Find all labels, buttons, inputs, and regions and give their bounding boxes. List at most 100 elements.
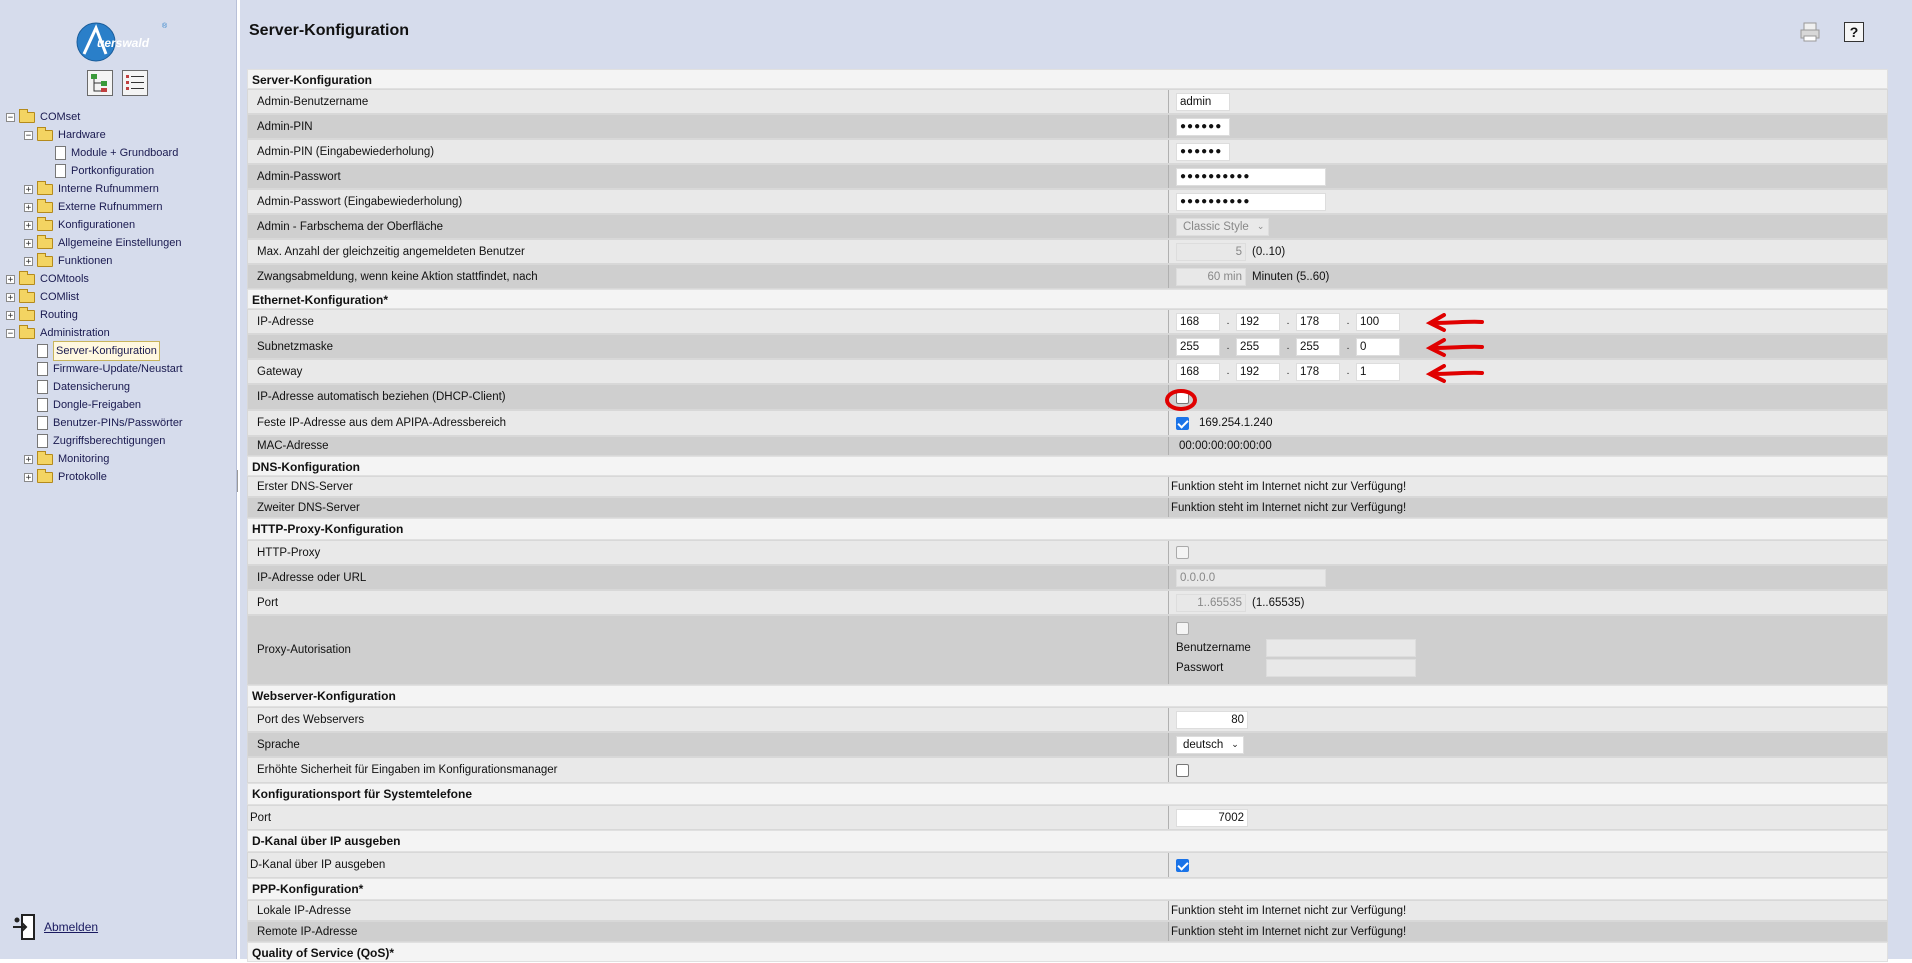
row-max-users: Max. Anzahl der gleichzeitig angemeldete… — [247, 239, 1888, 264]
logout-timeout-input[interactable]: 60 min — [1176, 267, 1246, 286]
expand-icon[interactable]: + — [6, 310, 15, 320]
proxy-user-label: Benutzername — [1176, 642, 1251, 654]
collapse-icon[interactable]: − — [24, 130, 33, 140]
logout-link[interactable]: Abmelden — [44, 920, 98, 934]
expand-icon[interactable]: + — [6, 274, 15, 284]
proxy-url-input[interactable]: 0.0.0.0 — [1176, 568, 1326, 587]
language-select[interactable]: deutsch ⌄ — [1176, 735, 1244, 754]
web-port-input[interactable]: 80 — [1176, 710, 1248, 729]
tree-item[interactable]: + Protokolle — [24, 468, 107, 486]
tree-item[interactable]: − Hardware — [24, 126, 106, 144]
row-subnet-mask: Subnetzmaske 255. 255. 255. 0 — [247, 334, 1888, 359]
proxy-pass-input[interactable] — [1266, 659, 1416, 677]
tree-item[interactable]: + Routing — [6, 306, 78, 324]
logout-door-icon[interactable] — [10, 912, 40, 942]
tree-item[interactable]: + Konfigurationen — [24, 216, 135, 234]
security-checkbox[interactable] — [1176, 763, 1189, 777]
expand-icon[interactable]: + — [24, 472, 33, 482]
subnet-octet-3[interactable]: 255 — [1296, 337, 1340, 356]
subnet-octet-1[interactable]: 255 — [1176, 337, 1220, 356]
tree-item[interactable]: + COMlist — [6, 288, 79, 306]
apipa-checkbox[interactable] — [1176, 416, 1189, 430]
help-icon[interactable]: ? — [1844, 22, 1864, 42]
admin-password-label: Admin-Passwort — [257, 170, 341, 183]
color-scheme-select[interactable]: Classic Style ⌄ — [1176, 217, 1270, 236]
expand-icon[interactable]: + — [24, 202, 33, 212]
proxy-url-label: IP-Adresse oder URL — [257, 571, 367, 584]
tree-item[interactable]: Firmware-Update/Neustart — [24, 360, 183, 378]
tree-item[interactable]: Benutzer-PINs/Passwörter — [24, 414, 183, 432]
dchannel-checkbox[interactable] — [1176, 858, 1189, 872]
tree-item-label: COMtools — [40, 273, 89, 285]
gateway-octet-4[interactable]: 1 — [1356, 362, 1400, 381]
tree-item-label: Interne Rufnummern — [58, 183, 159, 195]
page-icon — [37, 434, 48, 448]
folder-icon — [37, 198, 53, 213]
ip-octet-4[interactable]: 100 — [1356, 312, 1400, 331]
tree-item[interactable]: Datensicherung — [24, 378, 130, 396]
tree-item[interactable]: Server-Konfiguration — [24, 341, 160, 361]
row-dns1: Erster DNS-Server Funktion steht im Inte… — [247, 476, 1888, 497]
sysphone-port-input[interactable]: 7002 — [1176, 808, 1248, 827]
expand-icon[interactable]: + — [24, 184, 33, 194]
subnet-octet-2[interactable]: 255 — [1236, 337, 1280, 356]
row-admin-password: Admin-Passwort ●●●●●●●●●● — [247, 164, 1888, 189]
tree-item[interactable]: Module + Grundboard — [42, 144, 178, 162]
tree-item[interactable]: + Allgemeine Einstellungen — [24, 234, 182, 252]
tree-item-label: Funktionen — [58, 255, 113, 267]
collapse-icon[interactable]: − — [6, 112, 15, 122]
logout-area: Abmelden — [10, 912, 98, 942]
gateway-octet-2[interactable]: 192 — [1236, 362, 1280, 381]
tree-item[interactable]: + Funktionen — [24, 252, 112, 270]
admin-pin-repeat-input[interactable]: ●●●●●● — [1176, 142, 1230, 161]
subnet-mask-label: Subnetzmaske — [257, 340, 334, 353]
gateway-octet-1[interactable]: 168 — [1176, 362, 1220, 381]
page-icon — [55, 146, 66, 160]
tree-item-label: Administration — [40, 327, 110, 339]
expand-icon[interactable]: + — [6, 292, 15, 302]
collapse-icon[interactable]: − — [6, 328, 15, 338]
expand-icon[interactable]: + — [24, 220, 33, 230]
sidebar: uerswald ® − COMset − Hardware Module + Grun… — [0, 0, 237, 959]
tree-item[interactable]: − Administration — [6, 324, 110, 342]
list-view-icon[interactable] — [122, 70, 148, 96]
dns1-label: Erster DNS-Server — [257, 480, 353, 493]
max-users-label: Max. Anzahl der gleichzeitig angemeldete… — [257, 245, 525, 258]
tree-item-label: Routing — [40, 309, 78, 321]
tree-item[interactable]: Zugriffsberechtigungen — [24, 432, 165, 450]
tree-view-icon[interactable] — [87, 70, 113, 96]
ip-octet-3[interactable]: 178 — [1296, 312, 1340, 331]
ip-octet-1[interactable]: 168 — [1176, 312, 1220, 331]
row-ip-address: IP-Adresse 168. 192. 178. 100 — [247, 309, 1888, 334]
http-proxy-checkbox[interactable] — [1176, 546, 1189, 559]
row-proxy-port: Port 1..65535 (1..65535) — [247, 590, 1888, 615]
expand-icon[interactable]: + — [24, 238, 33, 248]
tree-item[interactable]: + COMtools — [6, 270, 89, 288]
admin-password-repeat-input[interactable]: ●●●●●●●●●● — [1176, 192, 1326, 211]
subnet-octet-4[interactable]: 0 — [1356, 337, 1400, 356]
admin-password-input[interactable]: ●●●●●●●●●● — [1176, 167, 1326, 186]
print-icon[interactable] — [1800, 22, 1820, 42]
mac-label: MAC-Adresse — [257, 440, 329, 452]
svg-text:uerswald: uerswald — [97, 36, 150, 50]
max-users-hint: (0..10) — [1252, 245, 1286, 258]
tree-item[interactable]: + Interne Rufnummern — [24, 180, 159, 198]
gateway-label: Gateway — [257, 365, 303, 378]
expand-icon[interactable]: + — [24, 454, 33, 464]
admin-pin-input[interactable]: ●●●●●● — [1176, 117, 1230, 136]
tree-item[interactable]: + Monitoring — [24, 450, 109, 468]
expand-icon[interactable]: + — [24, 256, 33, 266]
ip-dot: . — [1346, 316, 1350, 327]
tree-item[interactable]: Dongle-Freigaben — [24, 396, 141, 414]
proxy-user-input[interactable] — [1266, 639, 1416, 657]
gateway-octet-3[interactable]: 178 — [1296, 362, 1340, 381]
tree-item[interactable]: − COMset — [6, 108, 80, 126]
admin-user-input[interactable]: admin — [1176, 92, 1230, 111]
section-ethernet: Ethernet-Konfiguration* — [247, 289, 1888, 309]
proxy-auth-checkbox[interactable] — [1176, 622, 1189, 635]
max-users-input[interactable]: 5 — [1176, 242, 1246, 261]
proxy-port-input[interactable]: 1..65535 — [1176, 593, 1246, 612]
tree-item[interactable]: + Externe Rufnummern — [24, 198, 163, 216]
tree-item[interactable]: Portkonfiguration — [42, 162, 154, 180]
ip-octet-2[interactable]: 192 — [1236, 312, 1280, 331]
